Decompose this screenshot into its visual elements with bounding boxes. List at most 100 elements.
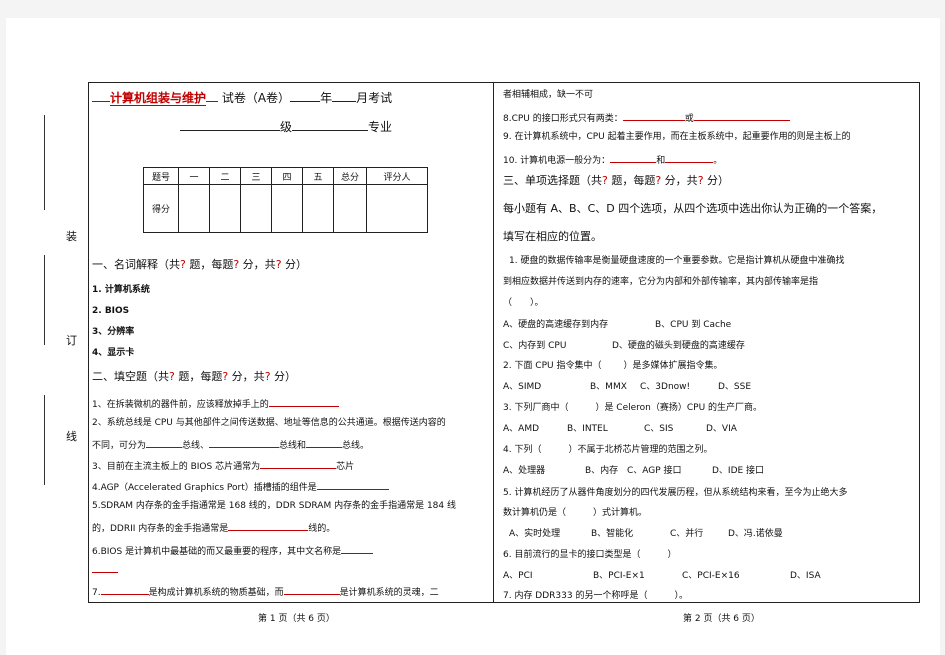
choice-question: 7. 内存 DDR333 的另一个称呼是（ ）。 xyxy=(503,591,688,601)
choice-option: D、ISA xyxy=(790,571,821,581)
fill-question: 2、系统总线是 CPU 与其他部件之间传送数据、地址等信息的公共通道。根据传送内… xyxy=(92,418,446,428)
choice-question: 2. 下面 CPU 指令集中（ ）是多媒体扩展指令集。 xyxy=(503,361,723,371)
page-number-left: 第 1 页（共 6 页） xyxy=(258,614,335,624)
major-label: 专业 xyxy=(368,120,393,134)
choice-option: B、智能化 xyxy=(591,529,634,539)
section-3-intro: 填写在相应的位置。 xyxy=(503,230,602,243)
section-3-heading: 三、单项选择题（共? 题，每题? 分，共? 分） xyxy=(503,174,730,187)
term-item: 1. 计算机系统 xyxy=(92,285,150,295)
fill-question: 3、目前在主流主板上的 BIOS 芯片通常为 芯片 xyxy=(92,458,354,473)
choice-option: B、内存 xyxy=(585,466,619,476)
grade-major-line: 级 专业 xyxy=(180,120,392,133)
term-item: 3、分辨率 xyxy=(92,327,135,337)
score-table-header: 题号 一 二 三 四 五 总分 评分人 xyxy=(143,167,428,185)
score-header-cell: 二 xyxy=(209,167,241,185)
page-background: 装 订 线 计算机组装与维护 试卷（A卷） 年 月考试 级 专业 题号 一 二 三 四… xyxy=(0,0,945,655)
score-header-cell: 题号 xyxy=(143,167,179,185)
answer-blank[interactable] xyxy=(209,437,280,448)
choice-question: 到相应数据并传送到内存的速率，它分为内部和外部传输率，其内部传输率是指 xyxy=(503,277,819,287)
choice-option: C、SIS xyxy=(644,424,674,434)
score-cell[interactable] xyxy=(271,184,303,233)
choice-question: 数计算机仍是（ ）式计算机。 xyxy=(503,508,648,518)
choice-option: B、CPU 到 Cache xyxy=(655,320,732,330)
choice-question: 5. 计算机经历了从器件角度划分的四代发展历程，但从系统结构来看，至今为止绝大多 xyxy=(503,488,848,498)
course-name: 计算机组装与维护 xyxy=(110,91,207,106)
choice-option: A、实时处理 xyxy=(509,529,561,539)
section-3-intro: 每小题有 A、B、C、D 四个选项，从四个选项中选出你认为正确的一个答案， xyxy=(503,202,883,215)
binding-char-zhuang: 装 xyxy=(66,230,77,243)
answer-blank[interactable] xyxy=(622,110,685,121)
binding-line-1 xyxy=(44,115,45,210)
answer-blank[interactable] xyxy=(665,152,714,163)
choice-option: C、3Dnow! xyxy=(640,382,691,392)
score-header-cell: 一 xyxy=(178,167,210,185)
choice-question: 1. 硬盘的数据传输率是衡量硬盘速度的一个重要参数。它是指计算机从硬盘中准确找 xyxy=(509,256,845,266)
page-number-right: 第 2 页（共 6 页） xyxy=(683,614,760,624)
score-header-cell: 三 xyxy=(240,167,272,185)
score-header-cell: 五 xyxy=(302,167,334,185)
score-cell[interactable] xyxy=(178,184,210,233)
choice-option: A、硬盘的高速缓存到内存 xyxy=(503,320,609,330)
answer-blank[interactable] xyxy=(228,520,309,531)
score-cell[interactable] xyxy=(302,184,334,233)
fill-question: 4.AGP（Accelerated Graphics Port）插槽插的组件是 xyxy=(92,479,389,494)
answer-blank[interactable] xyxy=(306,437,343,448)
course-blank xyxy=(92,91,110,102)
answer-blank[interactable] xyxy=(92,562,118,573)
score-header-cell: 总分 xyxy=(333,167,367,185)
score-cell[interactable] xyxy=(209,184,241,233)
section-2-heading: 二、填空题（共? 题，每题? 分，共? 分） xyxy=(92,370,297,383)
choice-option: A、处理器 xyxy=(503,466,546,476)
score-header-cell: 四 xyxy=(271,167,303,185)
binding-char-xian: 线 xyxy=(66,430,77,443)
answer-blank[interactable] xyxy=(283,584,340,595)
section-1-heading: 一、名词解释（共? 题，每题? 分，共? 分） xyxy=(92,258,308,271)
answer-blank[interactable] xyxy=(146,437,183,448)
choice-option: D、硬盘的磁头到硬盘的高速缓存 xyxy=(612,341,745,351)
fill-question: 不同，可分为 总线、 总线和 总线。 xyxy=(92,437,369,452)
binding-line-2 xyxy=(44,255,45,345)
choice-option: D、IDE 接口 xyxy=(712,466,765,476)
answer-blank[interactable] xyxy=(100,584,149,595)
answer-blank[interactable] xyxy=(693,110,790,121)
grade-label: 级 xyxy=(280,120,293,134)
answer-blank[interactable] xyxy=(268,396,339,407)
score-table-row: 得分 xyxy=(143,184,428,233)
choice-option: C、AGP 接口 xyxy=(627,466,682,476)
answer-blank[interactable] xyxy=(610,152,657,163)
answer-blank[interactable] xyxy=(341,543,374,554)
year-label: 年 xyxy=(320,91,333,105)
score-header-cell: 评分人 xyxy=(366,167,428,185)
choice-option: C、内存到 CPU xyxy=(503,341,567,351)
answer-blank[interactable] xyxy=(260,458,337,469)
term-item: 4、显示卡 xyxy=(92,348,135,358)
fill-question: 6.BIOS 是计算机中最基础的而又最重要的程序，其中文名称是 xyxy=(92,543,374,558)
fill-question: 1、在拆装微机的器件前，应该释放掉手上的 xyxy=(92,396,339,411)
choice-option: B、PCI-E×1 xyxy=(593,571,645,581)
score-table: 题号 一 二 三 四 五 总分 评分人 得分 xyxy=(143,167,428,233)
page-divider xyxy=(493,82,494,603)
choice-question: 4. 下列（ ）不属于北桥芯片管理的范围之列。 xyxy=(503,445,713,455)
choice-question: （ ）。 xyxy=(503,298,544,308)
choice-question: 3. 下列厂商中（ ）是 Celeron（赛扬）CPU 的生产厂商。 xyxy=(503,403,763,413)
choice-option: A、PCI xyxy=(503,571,533,581)
choice-option: D、VIA xyxy=(706,424,737,434)
choice-option: B、INTEL xyxy=(567,424,608,434)
choice-option: D、SSE xyxy=(718,382,752,392)
choice-option: D、冯.诺依曼 xyxy=(728,529,783,539)
score-cell[interactable] xyxy=(366,184,428,233)
choice-option: C、PCI-E×16 xyxy=(682,571,740,581)
choice-option: A、AMD xyxy=(503,424,540,434)
binding-char-ding: 订 xyxy=(66,334,77,347)
exam-label: 试卷（A卷） xyxy=(221,91,291,105)
score-row-label: 得分 xyxy=(143,184,179,233)
fill-question: 9. 在计算机系统中，CPU 起着主要作用，而在主板系统中，起重要作用的则是主板… xyxy=(503,132,851,142)
month-exam-label: 月考试 xyxy=(356,91,393,105)
answer-blank[interactable] xyxy=(316,479,389,490)
binding-line-3 xyxy=(44,395,45,485)
score-cell[interactable] xyxy=(333,184,367,233)
choice-option: B、MMX xyxy=(590,382,627,392)
exam-title-line: 计算机组装与维护 试卷（A卷） 年 月考试 xyxy=(92,91,393,106)
fill-question: 8.CPU 的接口形式只有两类：或 xyxy=(503,110,790,125)
score-cell[interactable] xyxy=(240,184,272,233)
